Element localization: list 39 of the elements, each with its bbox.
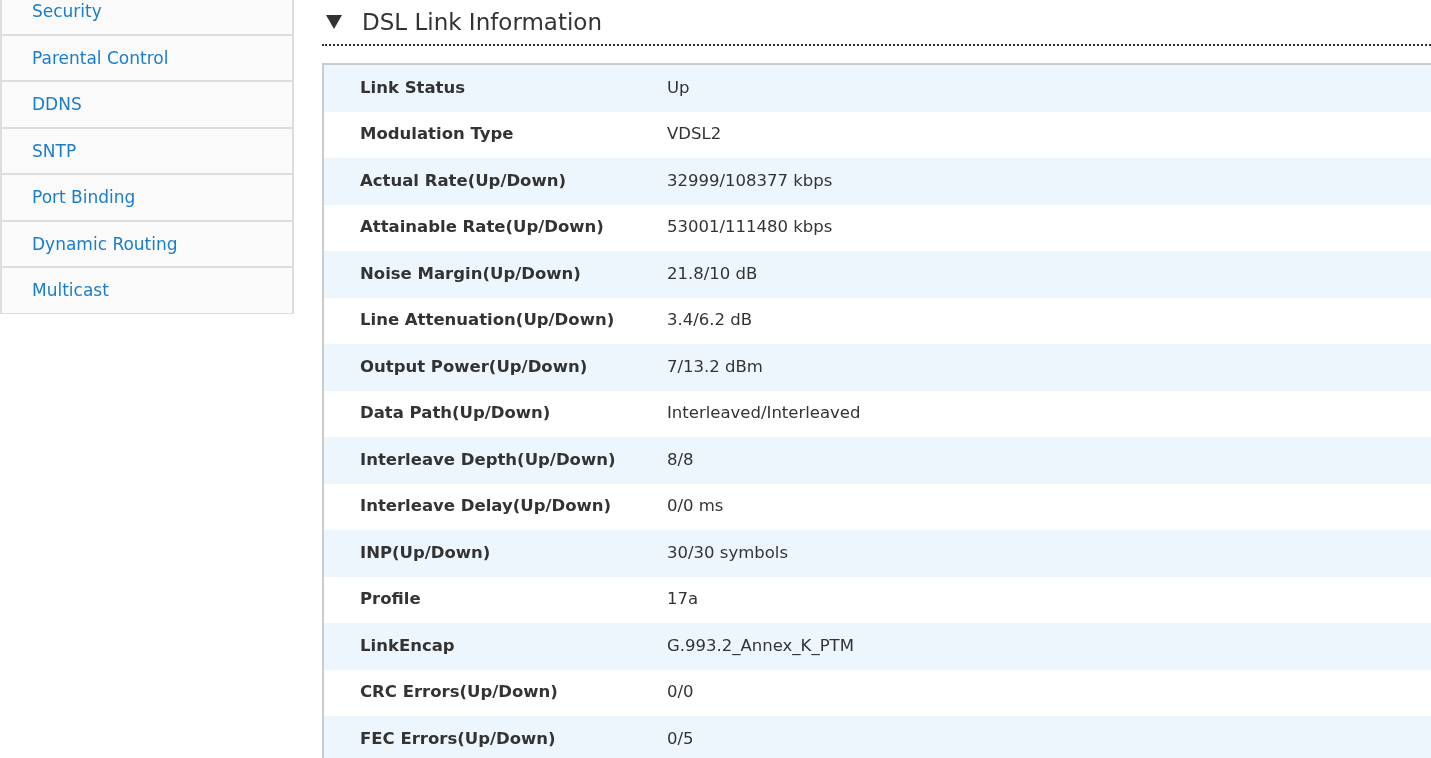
sidebar-link[interactable]: Security [0,0,294,35]
sidebar-link[interactable]: Multicast [0,267,294,314]
field-value: Up [667,76,690,99]
field-label: CRC Errors(Up/Down) [359,681,559,704]
field-label: Profile [359,588,422,611]
field-value: 0/0 [667,681,694,704]
field-value: 30/30 symbols [667,541,788,564]
field-value: 0/5 [667,727,694,750]
sidebar-link[interactable]: Port Binding [0,174,294,221]
sidebar-link[interactable]: Dynamic Routing [0,220,294,267]
field-label: Link Status [359,76,466,99]
sidebar-link[interactable]: Parental Control [0,34,294,81]
field-value: 17a [667,588,699,611]
field-label: Modulation Type [359,123,515,146]
field-value: 8/8 [667,448,694,471]
field-label: Line Attenuation(Up/Down) [359,309,616,332]
field-label: FEC Errors(Up/Down) [359,727,557,750]
field-label: Actual Rate(Up/Down) [359,169,567,192]
field-label: Data Path(Up/Down) [359,402,552,425]
field-label: Output Power(Up/Down) [359,355,589,378]
field-label: Interleave Delay(Up/Down) [359,495,613,518]
section-title: DSL Link Information [362,7,602,37]
field-value: 32999/108377 kbps [667,169,833,192]
field-value: 21.8/10 dB [667,262,758,285]
field-label: Noise Margin(Up/Down) [359,262,582,285]
field-value: 3.4/6.2 dB [667,309,753,332]
field-value: G.993.2_Annex_K_PTM [667,634,854,657]
sidebar-link[interactable]: SNTP [0,127,294,174]
field-value: 0/0 ms [667,495,724,518]
field-value: Interleaved/Interleaved [667,402,861,425]
field-value: 7/13.2 dBm [667,355,763,378]
field-value: VDSL2 [667,123,722,146]
sidebar-link[interactable]: DDNS [0,81,294,128]
field-label: LinkEncap [359,634,456,657]
field-label: Interleave Depth(Up/Down) [359,448,617,471]
field-label: INP(Up/Down) [359,541,492,564]
collapse-triangle-icon[interactable] [326,15,342,29]
field-label: Attainable Rate(Up/Down) [359,216,605,239]
field-value: 53001/111480 kbps [667,216,833,239]
